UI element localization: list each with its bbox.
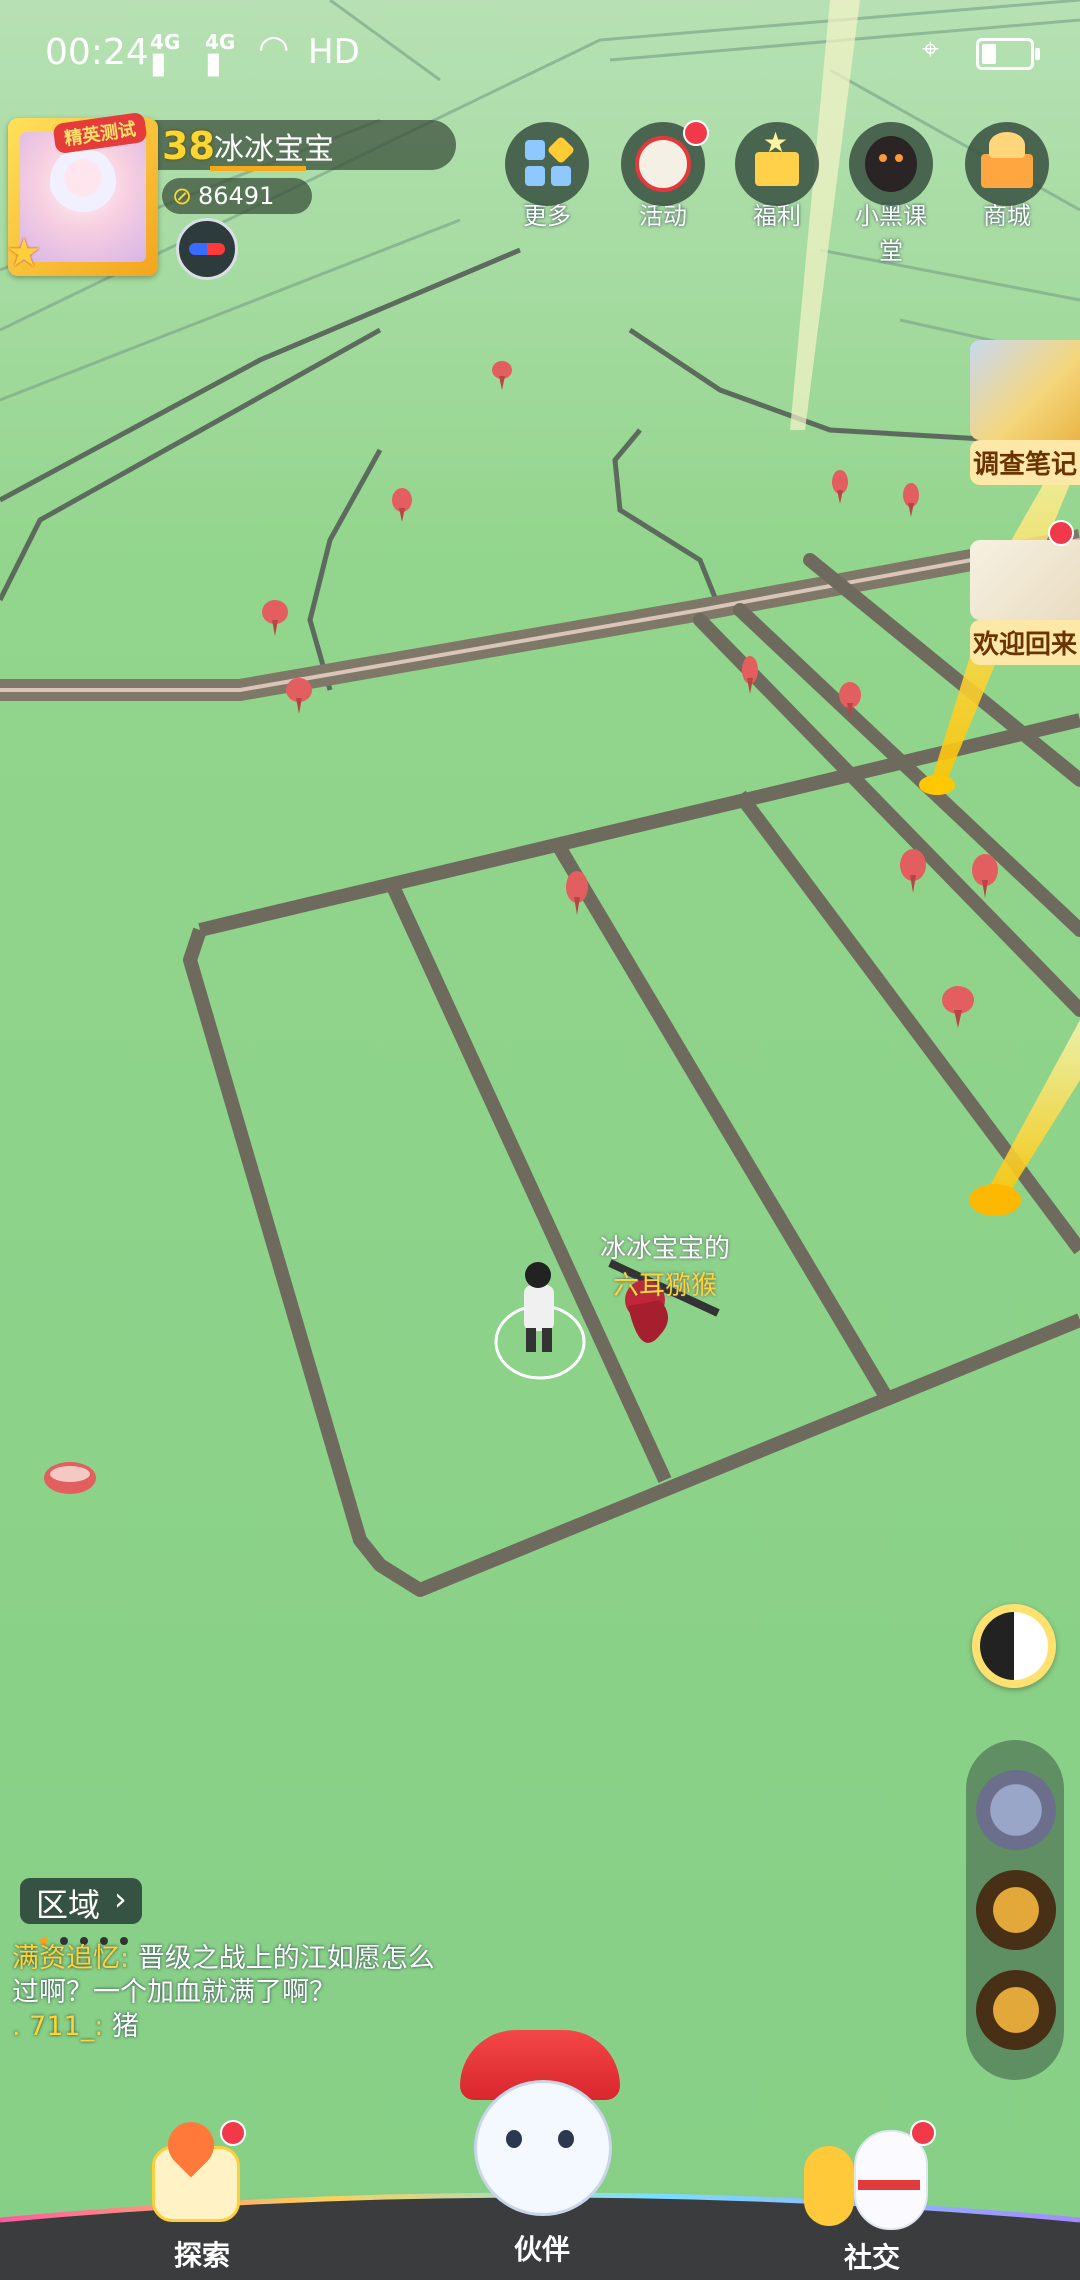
social-tab-label[interactable]: 社交 [844, 2236, 900, 2276]
chevron-right-icon: › [114, 1880, 127, 1918]
menu-class-button[interactable]: 小黑课堂 [846, 122, 936, 266]
player-name: 冰冰宝宝 [214, 132, 334, 167]
partner-tab-label[interactable]: 伙伴 [514, 2228, 570, 2268]
hd-label: HD [308, 32, 360, 72]
notification-badge [1048, 520, 1074, 546]
welcome-letter-icon [970, 540, 1080, 620]
menu-activity-button[interactable]: 活动 [618, 120, 709, 231]
menu-welfare-button[interactable]: ★ 福利 [732, 122, 822, 231]
chat-user: 满资追忆: [12, 1943, 130, 1974]
map-canvas[interactable] [0, 0, 1080, 2280]
star-icon: ★ [763, 126, 789, 159]
pet-owner-label: 冰冰宝宝的 [600, 1234, 731, 1264]
social-tab-icon[interactable] [800, 2116, 940, 2236]
chat-message: . 711_: 猪 [12, 2010, 442, 2044]
welcome-back-label: 欢迎回来 [970, 620, 1080, 665]
battery-icon [976, 38, 1040, 70]
region-label: 区域 [36, 1886, 101, 1924]
xp-bar [210, 166, 306, 171]
gamepad-icon: ⌖ [922, 32, 939, 67]
coin-counter: ⊘ 86491 [162, 178, 312, 214]
menu-class-label: 小黑课堂 [855, 202, 927, 265]
yin-yang-button[interactable] [972, 1604, 1056, 1688]
clock: 00:24 [45, 32, 149, 73]
explore-tab-label[interactable]: 探索 [174, 2234, 230, 2274]
compass-button[interactable] [176, 218, 238, 280]
shop-icon [981, 154, 1033, 188]
signal-bars-icon: ▮ [205, 46, 222, 81]
grid-icon [525, 135, 576, 188]
partner-tab-icon[interactable] [440, 2030, 640, 2230]
companion-slot-3[interactable] [976, 1970, 1056, 2050]
player-level: 38 [162, 124, 215, 168]
black-creature-icon [865, 136, 917, 192]
welcome-back-card[interactable]: 欢迎回来 [970, 520, 1080, 665]
ghost-mascot-icon [474, 2080, 612, 2216]
notebook-icon [970, 340, 1080, 440]
menu-shop-button[interactable]: 商城 [962, 122, 1052, 231]
notification-badge [910, 2120, 936, 2146]
chat-text: 猪 [111, 2011, 139, 2042]
coin-value: 86491 [198, 182, 275, 210]
wifi-icon: ◠ [258, 28, 290, 69]
notification-badge [220, 2120, 246, 2146]
status-bar: 00:24 4G ▮ 4G ▮ ◠ HD ⌖ [0, 0, 1080, 110]
survey-notes-label: 调查笔记 [970, 440, 1080, 485]
coin-icon: ⊘ [172, 182, 193, 210]
survey-notes-card[interactable]: 调查笔记 [970, 340, 1080, 485]
yin-yang-icon [980, 1612, 1048, 1680]
explore-tab-icon[interactable] [128, 2112, 258, 2226]
squirrel-icon [804, 2146, 854, 2226]
chat-message: 满资追忆: 晋级之战上的江如愿怎么过啊？一个加血就满了啊？ [12, 1942, 442, 2010]
star-icon: ★ [6, 230, 42, 276]
pet-name-label: 六耳猕猴 [613, 1271, 718, 1301]
companion-slot-1[interactable] [976, 1770, 1056, 1850]
menu-more-button[interactable]: 更多 [502, 122, 592, 231]
notification-badge [683, 120, 709, 146]
companion-list [966, 1740, 1064, 2080]
region-chat-button[interactable]: 区域 › [20, 1878, 142, 1924]
companion-slot-2[interactable] [976, 1870, 1056, 1950]
chat-feed[interactable]: 满资追忆: 晋级之战上的江如愿怎么过啊？一个加血就满了啊？ . 711_: 猪 [12, 1942, 442, 2044]
chat-user: . 711_: [12, 2011, 104, 2042]
lion-mask-icon [635, 136, 691, 192]
pet-name-tag: 冰冰宝宝的 六耳猕猴 [600, 1228, 730, 1302]
signal-bars-icon: ▮ [150, 46, 167, 81]
